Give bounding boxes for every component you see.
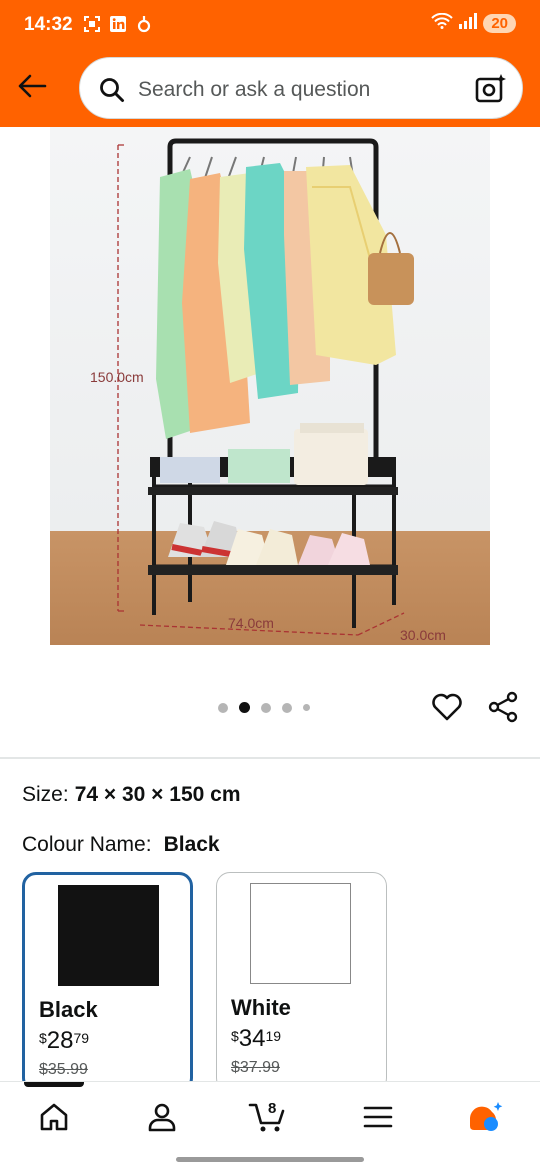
size-label: Size: <box>22 783 69 806</box>
search-bar[interactable] <box>79 57 523 119</box>
app-notification-icon <box>134 14 154 34</box>
section-divider <box>0 757 540 759</box>
search-icon <box>98 76 126 104</box>
status-time: 14:32 <box>24 14 73 35</box>
share-icon <box>488 691 518 723</box>
clothes-rack-illustration <box>117 138 414 636</box>
status-bar: 14:32 20 <box>0 0 540 50</box>
swatch-white[interactable]: White $3419 $37.99 <box>216 872 387 1092</box>
carousel-dot[interactable] <box>282 702 292 713</box>
notification-icons <box>82 14 154 34</box>
carousel-dot[interactable] <box>261 702 271 713</box>
size-selection: Size: 74 × 30 × 150 cm <box>22 783 241 807</box>
menu-icon <box>363 1106 393 1128</box>
camera-search-icon[interactable] <box>474 72 508 106</box>
app-header: 14:32 20 <box>0 0 540 127</box>
swatch-black[interactable]: Black $2879 $35.99 <box>22 872 193 1092</box>
nav-menu[interactable] <box>358 1100 398 1134</box>
size-value: 74 × 30 × 150 cm <box>74 783 241 806</box>
search-input[interactable] <box>138 76 468 104</box>
home-gesture-bar[interactable] <box>176 1157 364 1162</box>
carousel-dot[interactable] <box>303 704 310 711</box>
nav-rufus[interactable] <box>466 1100 506 1134</box>
swatch-color-white <box>250 883 351 984</box>
colour-value: Black <box>163 833 220 856</box>
colour-selection: Colour Name: Black <box>22 833 220 857</box>
cart-count: 8 <box>268 1100 277 1117</box>
heart-icon <box>432 693 462 721</box>
swatch-old-price: $37.99 <box>231 1059 280 1076</box>
signal-icon <box>459 13 478 34</box>
carousel-dot-active[interactable] <box>239 702 250 713</box>
depth-dimension-label: 30.0cm <box>400 627 446 643</box>
nav-account[interactable] <box>142 1100 182 1134</box>
height-dimension-label: 150.0cm <box>90 369 144 385</box>
nav-cart[interactable]: 8 <box>248 1100 288 1134</box>
nav-home[interactable] <box>34 1100 74 1134</box>
linkedin-icon <box>108 14 128 34</box>
status-right: 20 <box>431 12 516 34</box>
share-button[interactable] <box>486 690 520 724</box>
width-dimension-label: 74.0cm <box>228 615 274 631</box>
wifi-icon <box>431 12 454 34</box>
swatch-price: $3419 <box>231 1025 282 1052</box>
swatch-color-black <box>58 885 159 986</box>
swatch-name: Black <box>39 997 98 1022</box>
product-image[interactable]: 150.0cm 74.0cm 30.0cm <box>50 127 490 645</box>
home-icon <box>40 1103 68 1131</box>
active-tab-indicator <box>24 1082 84 1087</box>
colour-label: Colour Name: <box>22 833 152 856</box>
swatch-name: White <box>231 995 291 1020</box>
user-icon <box>148 1103 176 1132</box>
swatch-old-price: $35.99 <box>39 1061 88 1078</box>
screenshot-icon <box>82 14 102 34</box>
back-button[interactable] <box>14 70 50 102</box>
image-carousel-dots[interactable] <box>218 702 310 713</box>
wishlist-button[interactable] <box>430 690 464 724</box>
back-arrow-icon <box>18 74 47 98</box>
swatch-price: $2879 <box>39 1027 90 1054</box>
rufus-assistant-icon <box>470 1102 503 1131</box>
carousel-dot[interactable] <box>218 702 228 713</box>
battery-indicator: 20 <box>483 14 516 33</box>
